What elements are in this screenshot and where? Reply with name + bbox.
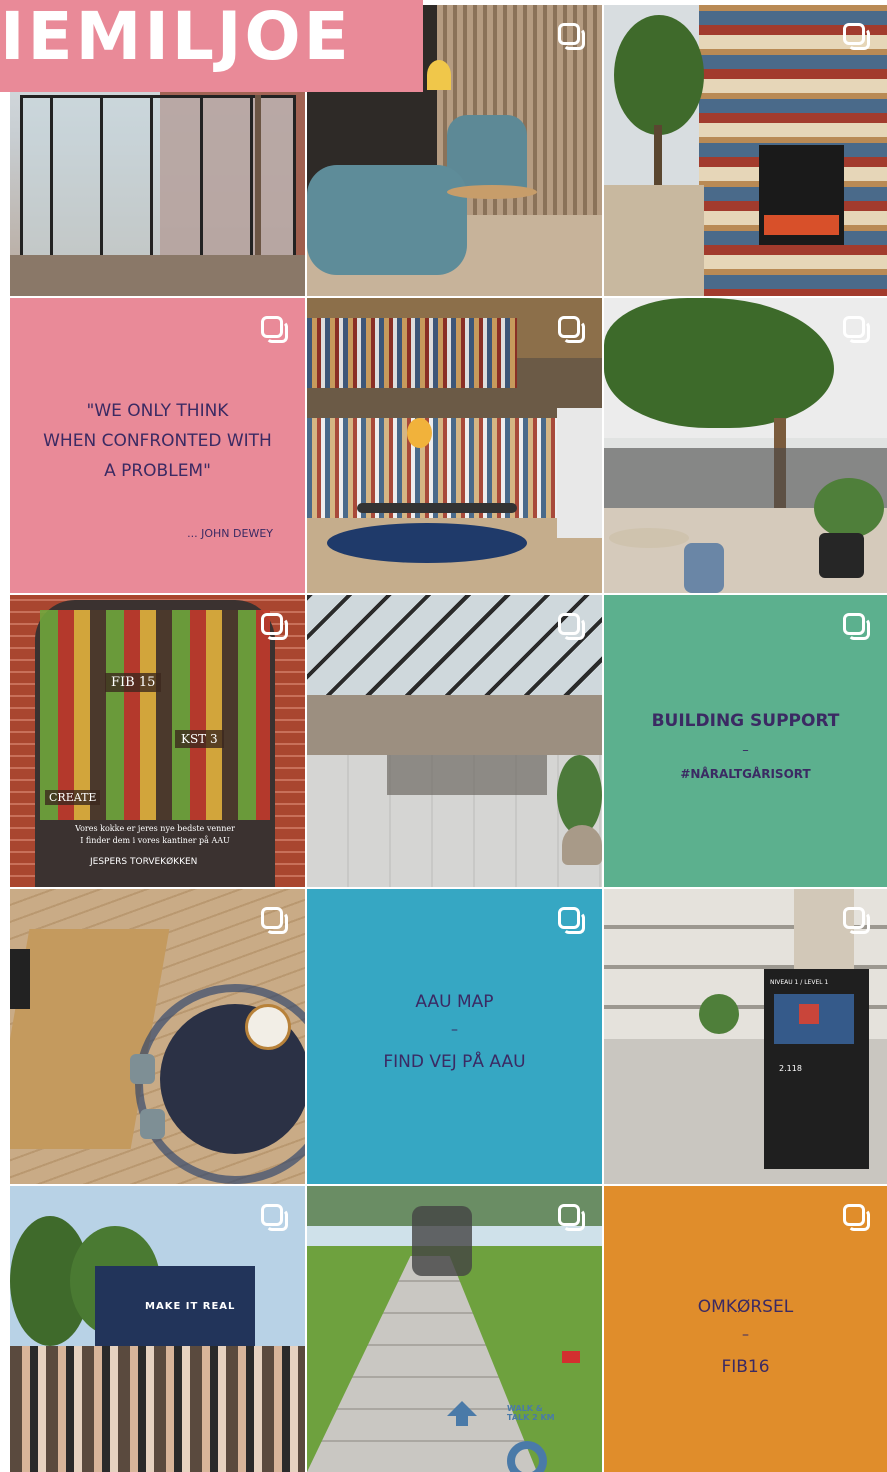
post-tile-outdoor-stage[interactable]: MAKE IT REAL xyxy=(10,1186,305,1472)
quote-line-2: WHEN CONFRONTED WITH xyxy=(43,431,272,451)
post-tile-level-sign[interactable]: NIVEAU 1 / LEVEL 1 2.118 xyxy=(604,889,887,1184)
post-tile-aau-map[interactable]: AAU MAP – FIND VEJ PÅ AAU xyxy=(307,889,602,1184)
building-support-title: BUILDING SUPPORT xyxy=(651,711,840,731)
multi-post-icon xyxy=(843,1204,870,1231)
poster-logo-text: JESPERS TORVEKØKKEN xyxy=(90,857,198,867)
poster-label-create: CREATE xyxy=(45,790,101,805)
quote-author: ... JOHN DEWEY xyxy=(187,527,273,540)
post-tile-meeting-room[interactable] xyxy=(10,889,305,1184)
multi-post-icon xyxy=(843,613,870,640)
post-tile-walk-path[interactable]: WALK & TALK 2 KM xyxy=(307,1186,602,1472)
post-tile-atrium[interactable] xyxy=(604,298,887,593)
multi-post-icon xyxy=(261,1204,288,1231)
poster-label-kst3: KST 3 xyxy=(175,730,224,748)
post-tile-quote[interactable]: "WE ONLY THINK WHEN CONFRONTED WITH A PR… xyxy=(10,298,305,593)
omkorsel-subtitle: FIB16 xyxy=(721,1357,770,1377)
omkorsel-title: OMKØRSEL xyxy=(697,1297,794,1317)
sign-level-text: NIVEAU 1 / LEVEL 1 xyxy=(770,979,829,986)
poster-caption-2: I finder dem i vores kantiner på AAU xyxy=(80,836,230,845)
path-stencil-text: WALK & TALK 2 KM xyxy=(507,1404,555,1422)
multi-post-icon xyxy=(558,23,585,50)
multi-post-icon xyxy=(558,907,585,934)
stage-banner-text: MAKE IT REAL xyxy=(145,1301,236,1312)
multi-post-icon xyxy=(558,1204,585,1231)
multi-post-icon xyxy=(261,613,288,640)
multi-post-icon xyxy=(261,316,288,343)
aau-map-dash: – xyxy=(451,1022,458,1038)
multi-post-icon xyxy=(843,907,870,934)
profile-name-banner: IEMILJOE xyxy=(0,0,423,92)
multi-post-icon xyxy=(843,23,870,50)
omkorsel-dash: – xyxy=(742,1327,749,1343)
post-tile-omkorsel[interactable]: OMKØRSEL – FIB16 xyxy=(604,1186,887,1472)
post-grid: "WE ONLY THINK WHEN CONFRONTED WITH A PR… xyxy=(10,5,887,1472)
post-tile-building-support[interactable]: BUILDING SUPPORT – #NÅRALTGÅRISORT xyxy=(604,595,887,887)
poster-label-fib15: FIB 15 xyxy=(105,673,162,692)
post-tile-food-poster[interactable]: FIB 15 KST 3 CREATE Vores kokke er jeres… xyxy=(10,595,305,887)
building-support-hashtag: #NÅRALTGÅRISORT xyxy=(680,767,811,781)
post-tile-skylight-hall[interactable] xyxy=(307,595,602,887)
post-tile-reading-room[interactable] xyxy=(307,298,602,593)
quote-line-3: A PROBLEM" xyxy=(104,461,211,481)
multi-post-icon xyxy=(843,316,870,343)
quote-line-1: "WE ONLY THINK xyxy=(86,401,229,421)
profile-name: IEMILJOE xyxy=(0,0,352,75)
building-support-dash: – xyxy=(742,743,749,758)
multi-post-icon xyxy=(558,316,585,343)
post-tile-library-tree[interactable] xyxy=(604,5,887,296)
poster-caption-1: Vores kokke er jeres nye bedste venner xyxy=(75,824,235,833)
aau-map-title: AAU MAP xyxy=(415,992,494,1012)
aau-map-subtitle: FIND VEJ PÅ AAU xyxy=(383,1052,526,1072)
sign-room-text: 2.118 xyxy=(779,1064,802,1073)
multi-post-icon xyxy=(261,907,288,934)
multi-post-icon xyxy=(558,613,585,640)
